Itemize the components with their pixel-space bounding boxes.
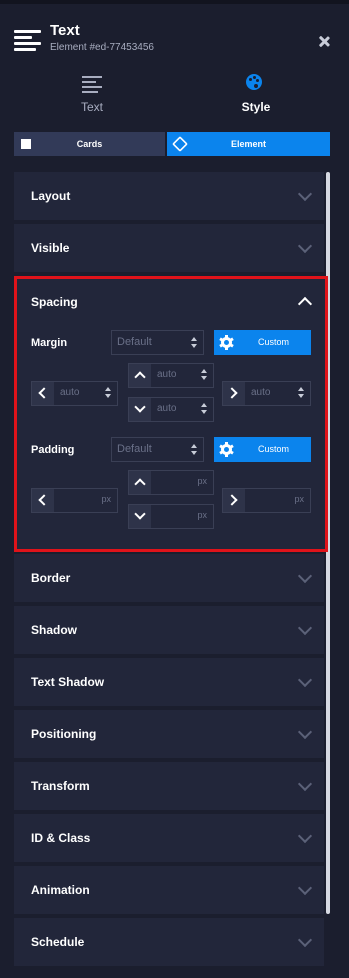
margin-top-value: auto [157, 369, 177, 380]
padding-custom-label: Custom [257, 444, 289, 454]
gear-icon [219, 442, 234, 457]
spin-arrows-icon[interactable] [201, 369, 207, 380]
arrow-left-icon[interactable] [32, 489, 54, 512]
panel-spacing: Spacing Margin Default Custom auto auto … [14, 276, 328, 552]
panel-layout[interactable]: Layout [14, 172, 324, 220]
arrow-up-icon[interactable] [129, 364, 151, 387]
panel-title: Layout [31, 189, 71, 203]
header: Text Element #ed-77453456 [0, 4, 349, 66]
margin-custom-label: Custom [257, 337, 289, 347]
padding-right-unit: px [294, 494, 304, 504]
cube-icon [172, 136, 188, 152]
margin-top-input[interactable]: auto [128, 363, 214, 388]
spin-arrows-icon[interactable] [201, 403, 207, 414]
close-icon[interactable] [316, 34, 332, 50]
hamburger-menu-icon[interactable] [14, 30, 41, 52]
padding-label: Padding [31, 444, 75, 456]
margin-bottom-value: auto [157, 403, 177, 414]
puzzle-icon [21, 139, 31, 149]
tab-element[interactable]: Element [167, 132, 330, 156]
panel-transform[interactable]: Transform [14, 762, 324, 810]
panel-positioning[interactable]: Positioning [14, 710, 324, 758]
chevron-down-icon [297, 724, 313, 740]
margin-label: Margin [31, 337, 68, 349]
padding-bottom-unit: px [197, 510, 207, 520]
padding-preset-value: Default [117, 443, 152, 455]
margin-bottom-input[interactable]: auto [128, 397, 214, 422]
panel-visible[interactable]: Visible [14, 224, 324, 272]
element-title: Text [50, 22, 80, 39]
panel-text-shadow[interactable]: Text Shadow [14, 658, 324, 706]
arrow-up-icon[interactable] [129, 471, 151, 494]
chevron-down-icon [297, 932, 313, 948]
panel-title: Schedule [31, 935, 85, 949]
panel-border[interactable]: Border [14, 554, 324, 602]
margin-custom-button[interactable]: Custom [214, 330, 311, 355]
tab-cards-label: Cards [76, 139, 103, 149]
spin-arrows-icon[interactable] [298, 387, 304, 398]
margin-preset-value: Default [117, 336, 152, 348]
panel-title: Spacing [31, 295, 78, 309]
padding-bottom-input[interactable]: px [128, 504, 214, 529]
arrow-down-icon[interactable] [129, 505, 151, 528]
padding-preset-select[interactable]: Default [111, 437, 204, 462]
chevron-down-icon [297, 672, 313, 688]
chevron-down-icon [297, 186, 313, 202]
element-id: Element #ed-77453456 [50, 42, 154, 53]
palette-icon [246, 74, 262, 90]
chevron-down-icon [297, 880, 313, 896]
select-arrows-icon [191, 444, 197, 455]
arrow-left-icon[interactable] [32, 382, 54, 405]
chevron-down-icon [297, 776, 313, 792]
tab-text-label: Text [80, 100, 103, 114]
padding-top-input[interactable]: px [128, 470, 214, 495]
panel-title: Positioning [31, 727, 97, 741]
panel-animation[interactable]: Animation [14, 866, 324, 914]
select-arrows-icon [191, 337, 197, 348]
padding-custom-button[interactable]: Custom [214, 437, 311, 462]
chevron-down-icon [297, 620, 313, 636]
gear-icon [219, 335, 234, 350]
margin-right-value: auto [251, 387, 271, 398]
margin-left-input[interactable]: auto [31, 381, 118, 406]
chevron-down-icon [297, 828, 313, 844]
arrow-down-icon[interactable] [129, 398, 151, 421]
panel-title: Border [31, 571, 71, 585]
panel-id-class[interactable]: ID & Class [14, 814, 324, 862]
padding-left-unit: px [101, 494, 111, 504]
arrow-right-icon[interactable] [223, 382, 245, 405]
tab-style[interactable]: Style [176, 70, 336, 118]
panel-title: ID & Class [31, 831, 91, 845]
chevron-down-icon [297, 238, 313, 254]
sub-tabs: Cards Element [14, 132, 330, 156]
panel-schedule[interactable]: Schedule [14, 918, 324, 966]
chevron-up-icon[interactable] [297, 296, 313, 312]
panel-title: Visible [31, 241, 70, 255]
padding-left-input[interactable]: px [31, 488, 118, 513]
panel-title: Animation [31, 883, 90, 897]
tab-cards[interactable]: Cards [14, 132, 165, 156]
spin-arrows-icon[interactable] [105, 387, 111, 398]
margin-preset-select[interactable]: Default [111, 330, 204, 355]
padding-right-input[interactable]: px [222, 488, 311, 513]
panel-title: Transform [31, 779, 90, 793]
tab-text[interactable]: Text [12, 70, 172, 118]
align-lines-icon [82, 76, 102, 94]
panel-title: Text Shadow [31, 675, 105, 689]
margin-right-input[interactable]: auto [222, 381, 311, 406]
padding-top-unit: px [197, 476, 207, 486]
margin-left-value: auto [60, 387, 80, 398]
tab-style-label: Style [241, 100, 271, 114]
arrow-right-icon[interactable] [223, 489, 245, 512]
panel-shadow[interactable]: Shadow [14, 606, 324, 654]
panel-title: Shadow [31, 623, 78, 637]
tab-element-label: Element [230, 139, 266, 149]
chevron-down-icon [297, 568, 313, 584]
